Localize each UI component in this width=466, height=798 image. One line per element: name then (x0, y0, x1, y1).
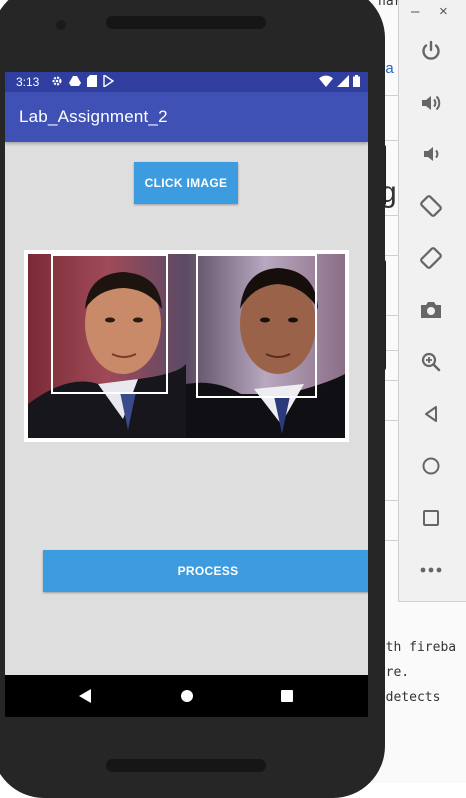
drive-icon (69, 76, 81, 86)
power-icon[interactable] (415, 35, 447, 67)
front-camera (56, 20, 66, 30)
status-time: 3:13 (16, 75, 40, 89)
overview-icon[interactable] (415, 502, 447, 534)
volume-up-icon[interactable] (415, 87, 447, 119)
speaker-grille (106, 759, 266, 772)
camera-icon[interactable] (415, 294, 447, 326)
settings-icon (52, 76, 62, 86)
nav-overview-icon[interactable] (279, 687, 295, 705)
app-title: Lab_Assignment_2 (19, 107, 168, 126)
emulator-toolbar: – × (398, 0, 466, 602)
face-detection-box (51, 254, 168, 394)
volume-down-icon[interactable] (415, 138, 447, 170)
signal-icon (337, 75, 349, 87)
zoom-icon[interactable] (415, 346, 447, 378)
photo-processed (186, 254, 345, 438)
status-bar: 3:13 (5, 72, 368, 92)
nav-home-icon[interactable] (179, 687, 195, 705)
photo-original (28, 254, 186, 438)
minimize-button[interactable]: – (411, 3, 419, 21)
close-button[interactable]: × (439, 3, 448, 21)
more-icon[interactable] (415, 554, 447, 586)
sd-card-icon (87, 75, 97, 87)
speaker-grille (106, 16, 266, 29)
navigation-bar (5, 675, 368, 717)
process-button[interactable]: PROCESS (43, 550, 368, 592)
nav-back-icon[interactable] (77, 687, 93, 705)
back-icon[interactable] (415, 398, 447, 430)
play-store-icon (103, 75, 114, 87)
rotate-left-icon[interactable] (415, 190, 447, 222)
battery-icon (353, 75, 360, 87)
face-detection-box (196, 254, 317, 398)
app-bar: Lab_Assignment_2 (5, 92, 368, 142)
phone-screen: 3:13 Lab_Assignment_2 CLICK IMAGE PROCES… (5, 72, 368, 717)
home-icon[interactable] (415, 450, 447, 482)
rotate-right-icon[interactable] (415, 242, 447, 274)
captured-image (24, 250, 349, 442)
wifi-icon (319, 75, 333, 87)
notification-icons (51, 75, 114, 87)
click-image-button[interactable]: CLICK IMAGE (134, 162, 238, 204)
system-icons (319, 75, 360, 87)
